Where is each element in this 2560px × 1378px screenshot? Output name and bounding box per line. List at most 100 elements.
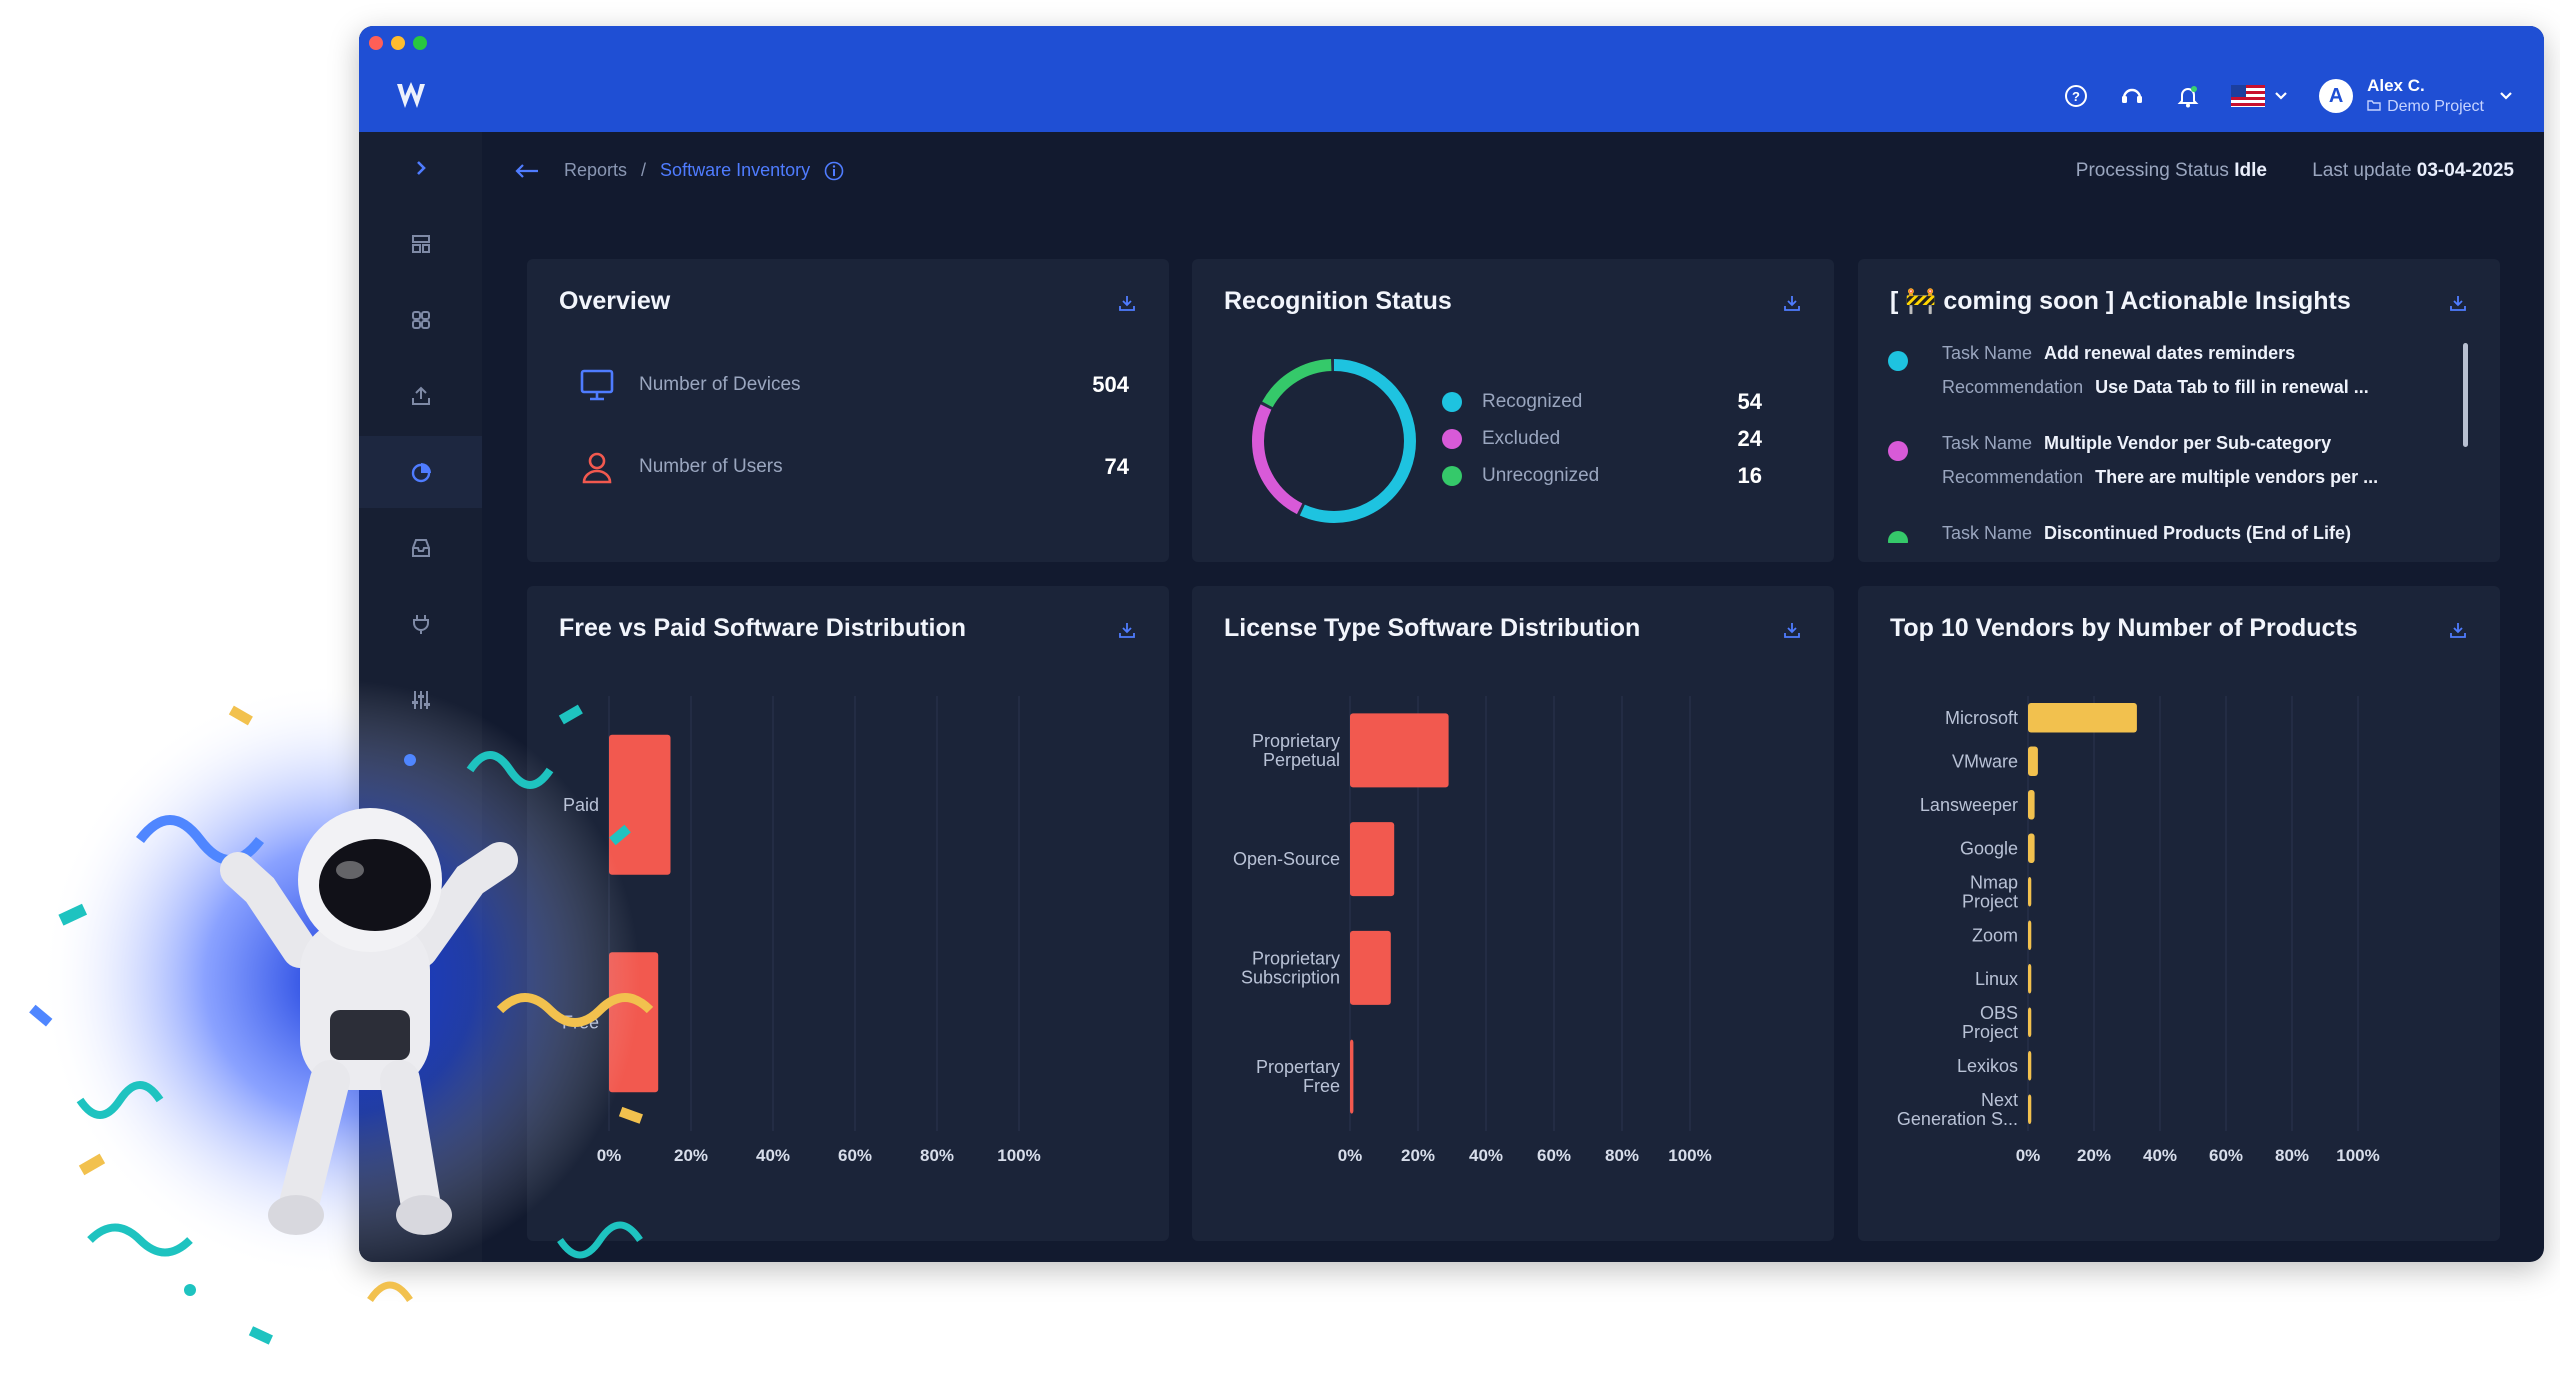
- rec-value: There are multiple vendors per ...: [2095, 467, 2379, 487]
- devices-value: 504: [1092, 372, 1129, 397]
- devices-row: Number of Devices 504: [579, 367, 1129, 403]
- x-tick-label: 0%: [1338, 1146, 1363, 1165]
- x-tick-label: 80%: [1605, 1146, 1639, 1165]
- recognition-title: Recognition Status: [1224, 287, 1452, 315]
- breadcrumb-current: Software Inventory: [660, 160, 811, 180]
- bar[interactable]: [2028, 833, 2035, 864]
- insight-dot: [1888, 441, 1908, 461]
- update-value: 03-04-2025: [2416, 160, 2514, 181]
- vendors-chart: 0% 20% 40% 60% 80% 100% Microsoft VMware Lanswee…: [1897, 696, 2380, 1165]
- task-value: Discontinued Products (End of Life): [2044, 523, 2352, 543]
- x-tick-label: 60%: [2209, 1146, 2243, 1165]
- project-name: Demo Project: [2367, 97, 2484, 117]
- bar[interactable]: [2028, 746, 2038, 777]
- bar[interactable]: [2028, 789, 2035, 820]
- bar[interactable]: [1350, 1039, 1354, 1114]
- overview-title: Overview: [559, 287, 671, 315]
- unrecognized-value: 16: [1737, 463, 1762, 488]
- close-window-button[interactable]: [369, 36, 383, 50]
- reports-icon[interactable]: [359, 436, 482, 508]
- monitor-icon: [580, 369, 614, 401]
- task-label: Task Name: [1942, 433, 2033, 453]
- apps-icon[interactable]: [359, 284, 482, 356]
- legend-recognized: Recognized 54: [1442, 389, 1762, 415]
- task-value: Add renewal dates reminders: [2044, 343, 2296, 363]
- breadcrumb-root[interactable]: Reports: [564, 160, 627, 181]
- unrecognized-dot: [1442, 466, 1462, 486]
- app-window: ? A Alex C. Demo Project Reports / Softw…: [359, 26, 2544, 1262]
- users-row: Number of Users 74: [579, 449, 1129, 485]
- download-icon[interactable]: [1117, 293, 1137, 313]
- astronaut-confetti-illustration: [29, 680, 654, 1345]
- bar[interactable]: [2028, 1050, 2032, 1081]
- project-label: Demo Project: [2387, 97, 2484, 115]
- insights-scrollbar[interactable]: [2463, 343, 2468, 447]
- bar[interactable]: [2028, 876, 2032, 907]
- category-label: Microsoft: [1945, 708, 2018, 728]
- download-icon[interactable]: [1782, 293, 1802, 313]
- user-icon: [582, 452, 612, 484]
- x-tick-label: 100%: [997, 1146, 1040, 1165]
- back-arrow-icon[interactable]: [514, 162, 540, 180]
- license-chart: 0% 20% 40% 60% 80% 100% Proprietary Perpetual Op…: [1233, 696, 1712, 1165]
- bar[interactable]: [2028, 920, 2032, 951]
- excluded-label: Excluded: [1482, 428, 1561, 449]
- download-icon[interactable]: [2448, 293, 2468, 313]
- legend-unrecognized: Unrecognized 16: [1442, 463, 1762, 489]
- task-label: Task Name: [1942, 343, 2033, 363]
- category-label: Nmap Project: [1962, 872, 2018, 911]
- x-tick-label: 40%: [756, 1146, 790, 1165]
- bar[interactable]: [2028, 1007, 2032, 1038]
- overview-card: Overview Number of Devices 504 Number of…: [527, 259, 1169, 562]
- rec-line: Recommendation There are multiple vendors…: [1942, 467, 2378, 488]
- task-line: Task Name Add renewal dates reminders: [1942, 343, 2295, 364]
- recognized-value: 54: [1737, 389, 1762, 414]
- bar[interactable]: [2028, 702, 2137, 733]
- recognized-label: Recognized: [1482, 391, 1583, 412]
- bar[interactable]: [1350, 713, 1449, 788]
- category-label: Proprietary Perpetual: [1252, 731, 1340, 770]
- bar[interactable]: [1350, 822, 1395, 897]
- insights-card: [ 🚧 coming soon ] Actionable Insights Ta…: [1858, 259, 2500, 562]
- user-chevron-icon: [2500, 92, 2512, 100]
- upload-icon[interactable]: [359, 360, 482, 432]
- category-label: Next Generation S...: [1897, 1090, 2018, 1129]
- rec-label: Recommendation: [1942, 377, 2084, 397]
- app-logo-icon[interactable]: [393, 78, 429, 114]
- vendors-card: Top 10 Vendors by Number of Products 0% 2…: [1858, 586, 2500, 1241]
- bar[interactable]: [1350, 930, 1391, 1005]
- category-label: Linux: [1975, 969, 2018, 989]
- bar[interactable]: [2028, 1094, 2032, 1125]
- rec-label: Recommendation: [1942, 467, 2084, 487]
- us-flag-icon: [2231, 85, 2266, 107]
- bar[interactable]: [2028, 963, 2032, 994]
- language-selector[interactable]: [2231, 85, 2289, 107]
- x-tick-label: 60%: [1537, 1146, 1571, 1165]
- maximize-window-button[interactable]: [413, 36, 427, 50]
- insights-list[interactable]: Task Name Add renewal dates reminders Rec…: [1858, 343, 2500, 543]
- help-icon[interactable]: ?: [2063, 83, 2089, 109]
- excluded-dot: [1442, 429, 1462, 449]
- support-icon[interactable]: [2119, 83, 2145, 109]
- category-label: Proprietary Subscription: [1241, 948, 1340, 987]
- user-menu[interactable]: A Alex C. Demo Project: [2319, 75, 2514, 116]
- recognized-dot: [1442, 392, 1462, 412]
- legend-excluded: Excluded 24: [1442, 426, 1762, 452]
- x-tick-label: 60%: [838, 1146, 872, 1165]
- x-tick-label: 20%: [2077, 1146, 2111, 1165]
- inbox-icon[interactable]: [359, 512, 482, 584]
- top-bar: ? A Alex C. Demo Project: [359, 26, 2544, 132]
- breadcrumb-separator: /: [641, 160, 647, 180]
- excluded-value: 24: [1737, 426, 1762, 451]
- x-tick-label: 100%: [1668, 1146, 1711, 1165]
- bell-icon[interactable]: [2175, 83, 2201, 109]
- category-label: Propertary Free: [1256, 1057, 1340, 1096]
- layout-icon[interactable]: [359, 208, 482, 280]
- plug-icon[interactable]: [359, 588, 482, 660]
- recognition-donut-chart: [1252, 359, 1416, 523]
- info-icon[interactable]: [824, 161, 844, 181]
- category-label: VMware: [1952, 751, 2018, 771]
- main-content: Reports / Software Inventory Processing …: [482, 132, 2544, 1262]
- minimize-window-button[interactable]: [391, 36, 405, 50]
- expand-icon[interactable]: [359, 132, 482, 204]
